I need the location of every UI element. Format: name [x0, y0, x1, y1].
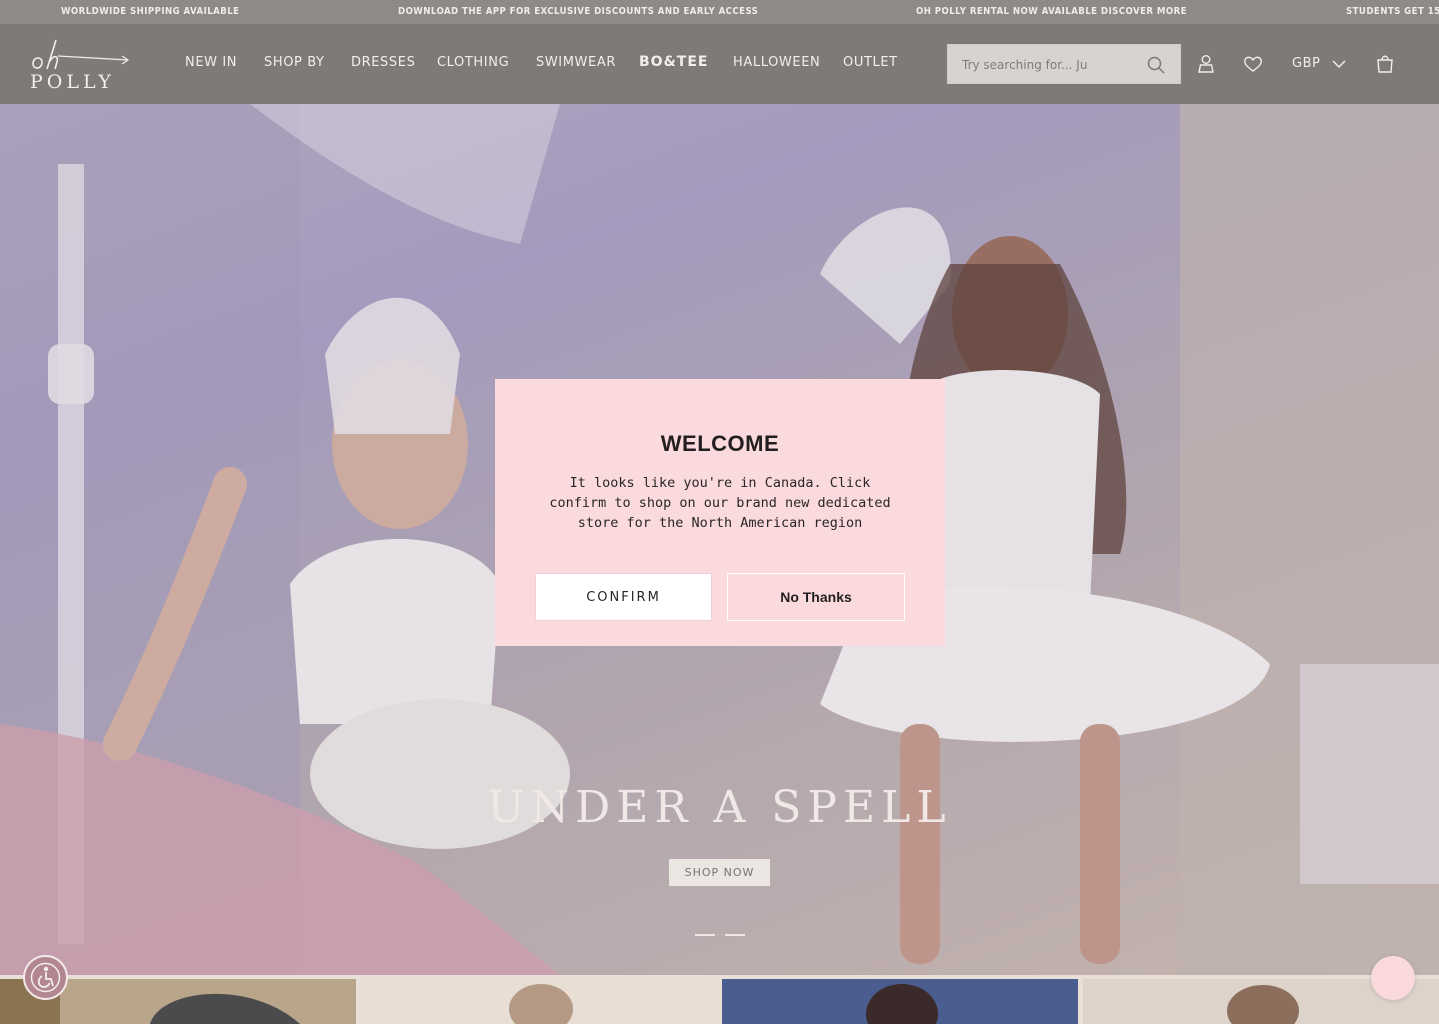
modal-message: It looks like you're in Canada. Click co… [549, 475, 891, 531]
nav-shop-by[interactable]: SHOP BY [264, 55, 325, 70]
nav-swimwear[interactable]: SWIMWEAR [536, 55, 616, 70]
region-modal: WELCOME It looks like you're in Canada. … [495, 379, 945, 646]
nav-halloween[interactable]: HALLOWEEN [733, 55, 820, 70]
hero-title: UNDER A SPELL [487, 782, 952, 833]
announcement-item[interactable]: DOWNLOAD THE APP FOR EXCLUSIVE DISCOUNTS… [398, 6, 758, 17]
oh-polly-logo: POLLY [30, 39, 130, 93]
announcement-item[interactable]: WORLDWIDE SHIPPING AVAILABLE [61, 6, 239, 17]
chevron-down-icon[interactable] [1331, 58, 1347, 70]
modal-title: WELCOME [660, 431, 780, 456]
currency-selector[interactable]: GBP [1292, 56, 1320, 71]
announcement-item[interactable]: OH POLLY RENTAL NOW AVAILABLE DISCOVER M… [916, 6, 1187, 17]
confirm-button[interactable]: CONFIRM [535, 573, 712, 621]
slide-indicator-2[interactable] [725, 934, 745, 936]
wishlist-icon[interactable] [1242, 53, 1264, 75]
product-tile[interactable] [361, 979, 717, 1024]
no-thanks-button[interactable]: No Thanks [727, 573, 905, 621]
accessibility-button[interactable] [23, 955, 68, 1000]
chat-button[interactable] [1371, 956, 1415, 1000]
nav-dresses[interactable]: DRESSES [351, 55, 415, 70]
announcement-item[interactable]: STUDENTS GET 15% [1346, 6, 1439, 17]
site-header: POLLY NEW IN SHOP BY DRESSES CLOTHING SW… [0, 24, 1439, 104]
nav-new-in[interactable]: NEW IN [185, 55, 237, 70]
search-icon[interactable] [1146, 55, 1166, 75]
account-icon[interactable] [1195, 53, 1217, 75]
announcement-bar: WORLDWIDE SHIPPING AVAILABLE DOWNLOAD TH… [0, 0, 1439, 24]
search-input[interactable] [962, 56, 1102, 74]
search-box [947, 44, 1181, 84]
svg-text:POLLY: POLLY [30, 71, 115, 92]
nav-bo-tee[interactable]: BO&TEE [639, 54, 708, 70]
product-image [866, 984, 938, 1024]
shop-now-button[interactable]: SHOP NOW [669, 859, 770, 886]
bag-icon[interactable] [1374, 53, 1396, 75]
logo[interactable]: POLLY [28, 36, 132, 93]
nav-outlet[interactable]: OUTLET [843, 55, 898, 70]
product-tile[interactable] [722, 979, 1078, 1024]
nav-clothing[interactable]: CLOTHING [437, 55, 509, 70]
slide-indicator-1[interactable] [695, 934, 715, 936]
accessibility-icon [30, 962, 61, 993]
product-image [509, 984, 573, 1024]
